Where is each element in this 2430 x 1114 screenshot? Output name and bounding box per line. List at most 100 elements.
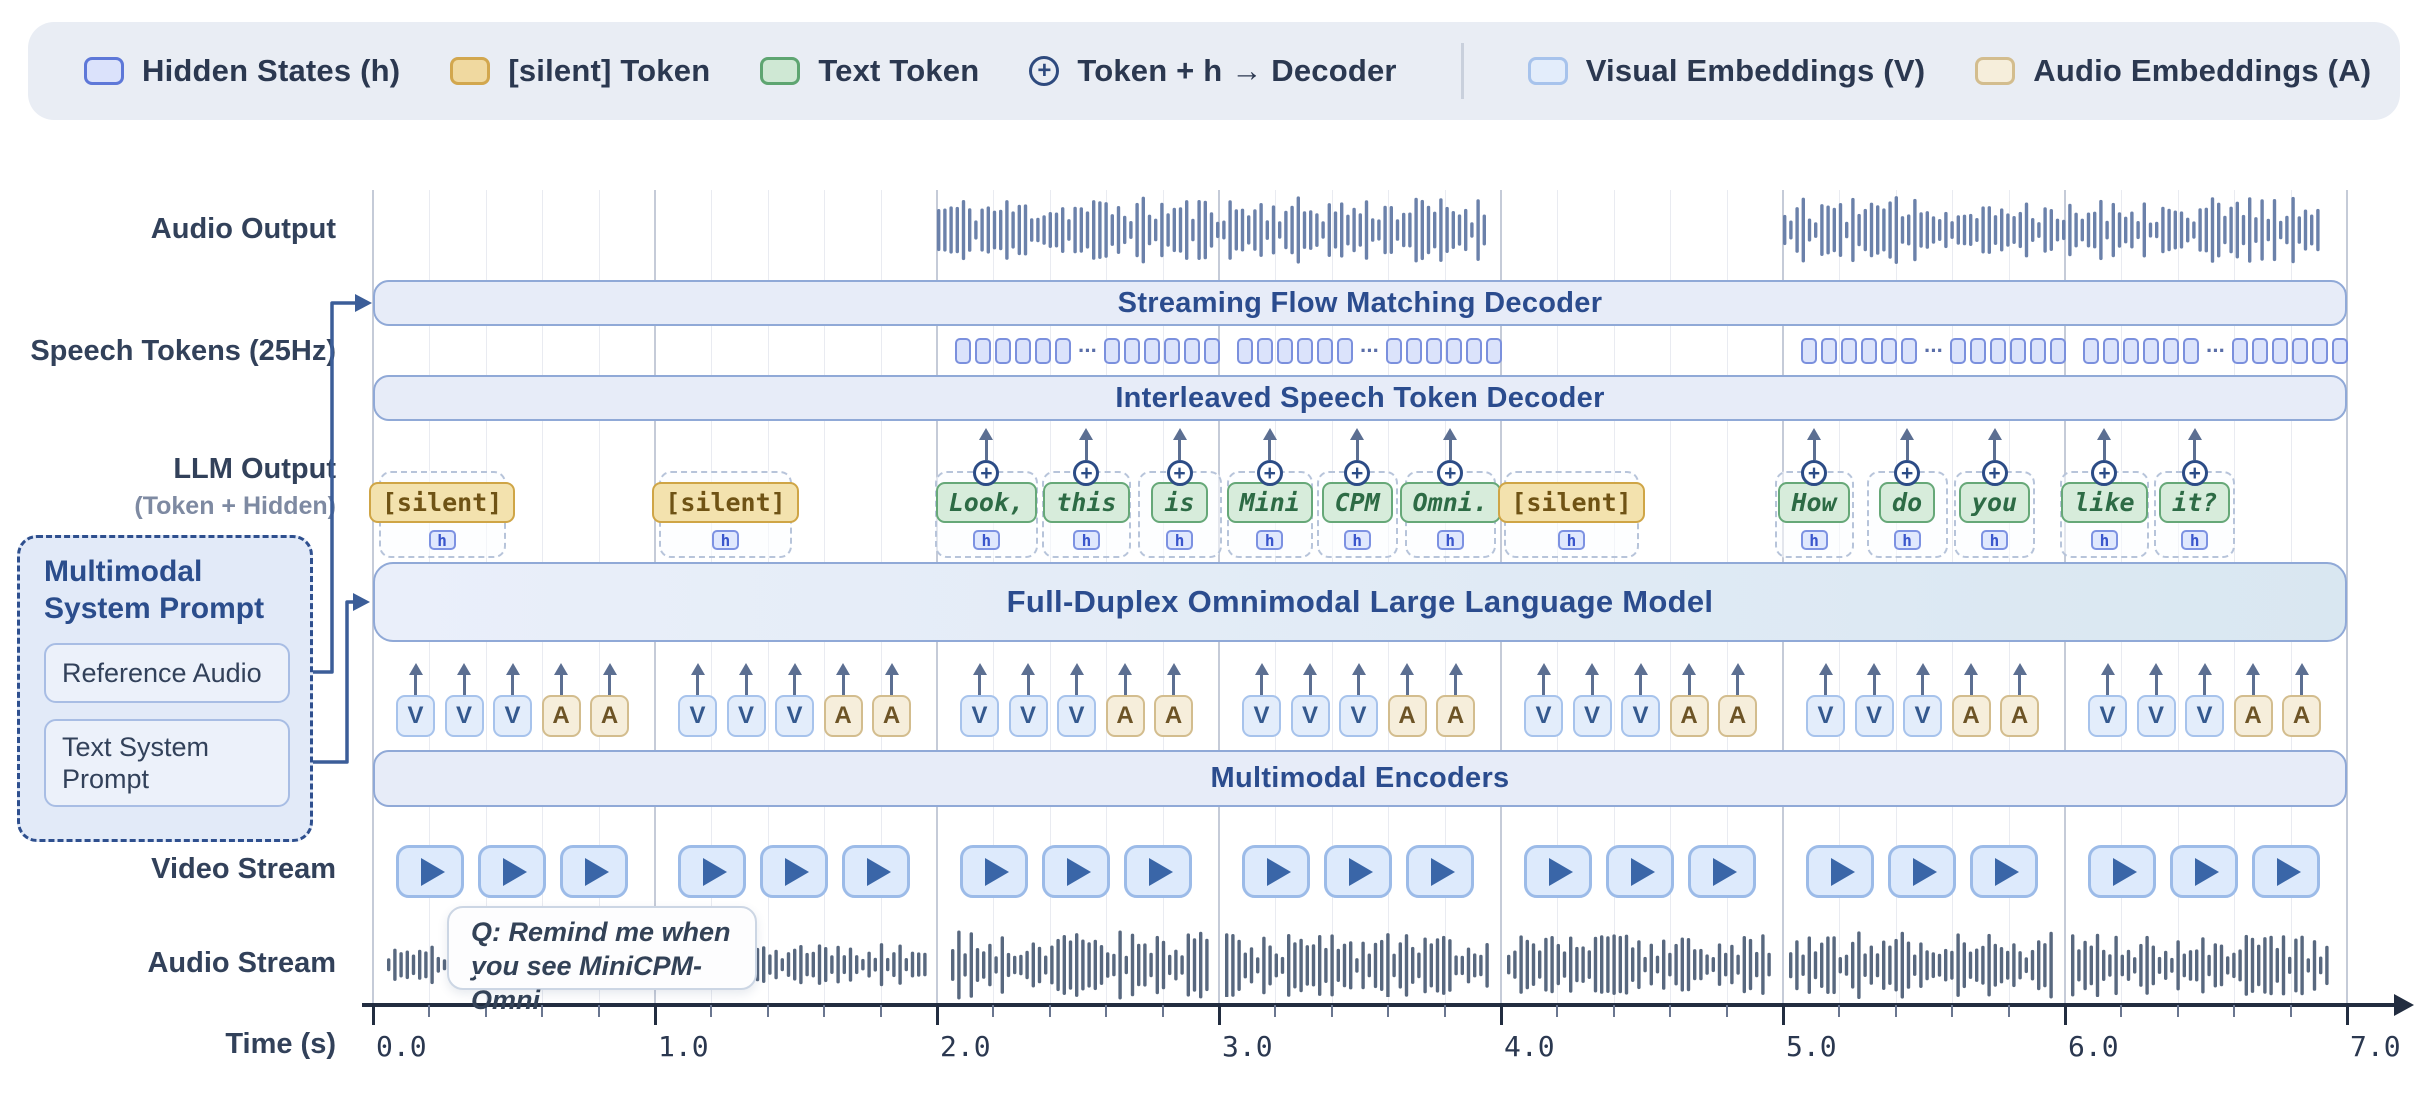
arrow-stem	[1260, 674, 1263, 695]
text-system-prompt-item: Text System Prompt	[44, 719, 290, 807]
speech-token	[1104, 338, 1120, 364]
speech-token	[1317, 338, 1333, 364]
video-frame-chip	[960, 845, 1028, 898]
arrow-stem	[1356, 439, 1359, 460]
arrow-stem	[2018, 674, 2021, 695]
arrow-stem	[1873, 674, 1876, 695]
text-token: like	[2061, 482, 2147, 523]
axis-minor-tick	[1387, 1005, 1389, 1017]
speech-token	[995, 338, 1011, 364]
embedding-up-arrow-icon	[2148, 663, 2164, 695]
play-icon	[1631, 858, 1655, 886]
visual-embedding-chip: V	[1806, 695, 1845, 737]
arrow-stem	[890, 674, 893, 695]
axis-minor-tick	[428, 1005, 430, 1017]
embedding-up-arrow-icon	[1915, 663, 1931, 695]
speech-token	[2143, 338, 2159, 364]
embedding-up-arrow-icon	[787, 663, 803, 695]
speech-token	[2252, 338, 2268, 364]
play-icon	[421, 858, 445, 886]
plus-decoder-icon: +	[2091, 460, 2117, 486]
silent-token: [silent]	[369, 482, 515, 523]
audio-embedding-chip: A	[1670, 695, 1709, 737]
llm-token-group: +CPMh	[1317, 471, 1398, 558]
bar-label: Streaming Flow Matching Decoder	[1118, 287, 1603, 320]
arrow-stem	[1075, 674, 1078, 695]
bar-label: Full-Duplex Omnimodal Large Language Mod…	[1007, 584, 1714, 620]
plus-decoder-icon: +	[1344, 460, 1370, 486]
diagram-canvas: Hidden States (h) [silent] Token Text To…	[0, 0, 2430, 1114]
plus-decoder-icon: +	[1257, 460, 1283, 486]
embedding-up-arrow-icon	[2100, 663, 2116, 695]
audio-embedding-chip: A	[590, 695, 629, 737]
time-axis-arrowhead-icon	[2394, 994, 2414, 1016]
axis-tick-label: 0.0	[376, 1030, 427, 1063]
axis-tick-label: 3.0	[1222, 1030, 1273, 1063]
audio-embedding-chip: A	[1718, 695, 1757, 737]
axis-minor-tick	[1669, 1005, 1671, 1017]
axis-minor-tick	[2177, 1005, 2179, 1017]
speech-token	[2050, 338, 2066, 364]
arrow-stem	[793, 674, 796, 695]
visual-embedding-chip: V	[1524, 695, 1563, 737]
text-token: this	[1043, 482, 1129, 523]
llm-token-group: +thish	[1042, 471, 1131, 558]
play-icon	[2277, 858, 2301, 886]
hidden-state-chip: h	[1344, 530, 1371, 550]
embedding-up-arrow-icon	[1166, 663, 1182, 695]
interleaved-speech-token-decoder-bar: Interleaved Speech Token Decoder	[373, 375, 2347, 421]
embedding-up-arrow-icon	[2012, 663, 2028, 695]
text-token: you	[1959, 482, 2030, 523]
axis-minor-tick	[1274, 1005, 1276, 1017]
video-frame-chip	[1242, 845, 1310, 898]
hidden-state-chip: h	[1558, 530, 1585, 550]
visual-embedding-chip: V	[1339, 695, 1378, 737]
hidden-state-chip: h	[2181, 530, 2208, 550]
embedding-up-arrow-icon	[1117, 663, 1133, 695]
audio-output-waveform	[1783, 196, 2324, 264]
play-icon	[1349, 858, 1373, 886]
play-icon	[1995, 858, 2019, 886]
arrow-stem	[745, 674, 748, 695]
speech-token	[1015, 338, 1031, 364]
embedding-up-arrow-icon	[1351, 663, 1367, 695]
arrow-stem	[985, 439, 988, 460]
speech-token	[1990, 338, 2006, 364]
video-frame-chip	[1688, 845, 1756, 898]
streaming-flow-matching-decoder-bar: Streaming Flow Matching Decoder	[373, 280, 2347, 326]
play-icon	[1431, 858, 1455, 886]
arrow-stem	[2155, 674, 2158, 695]
speech-token	[1184, 338, 1200, 364]
play-icon	[1913, 858, 1937, 886]
axis-minor-tick	[598, 1005, 600, 1017]
audio-embedding-chip: A	[2234, 695, 2273, 737]
arrow-stem	[1542, 674, 1545, 695]
arrow-stem	[1824, 674, 1827, 695]
visual-embedding-chip: V	[445, 695, 484, 737]
token-to-decoder-arrow-icon	[1263, 428, 1277, 460]
axis-tick-label: 7.0	[2350, 1030, 2401, 1063]
embedding-up-arrow-icon	[972, 663, 988, 695]
arrow-stem	[2203, 674, 2206, 695]
multimodal-encoders-bar: Multimodal Encoders	[373, 750, 2347, 807]
axis-minor-tick	[1951, 1005, 1953, 1017]
speech-token	[1277, 338, 1293, 364]
token-to-decoder-arrow-icon	[1988, 428, 2002, 460]
arrow-stem	[2106, 674, 2109, 695]
speech-token	[2083, 338, 2099, 364]
audio-stream-waveform	[1507, 934, 1775, 995]
ellipsis-dots: ···	[1360, 338, 1379, 364]
speech-token	[2232, 338, 2248, 364]
axis-minor-tick	[2120, 1005, 2122, 1017]
video-frame-chip	[1606, 845, 1674, 898]
speech-token	[1035, 338, 1051, 364]
speech-token	[2030, 338, 2046, 364]
video-frame-chip	[678, 845, 746, 898]
arrow-stem	[1639, 674, 1642, 695]
plus-decoder-icon: +	[1073, 460, 1099, 486]
prompt-panel-title: Multimodal System Prompt	[44, 554, 286, 627]
visual-embedding-chip: V	[1009, 695, 1048, 737]
embedding-up-arrow-icon	[408, 663, 424, 695]
text-token: is	[1151, 482, 1207, 523]
play-icon	[1549, 858, 1573, 886]
